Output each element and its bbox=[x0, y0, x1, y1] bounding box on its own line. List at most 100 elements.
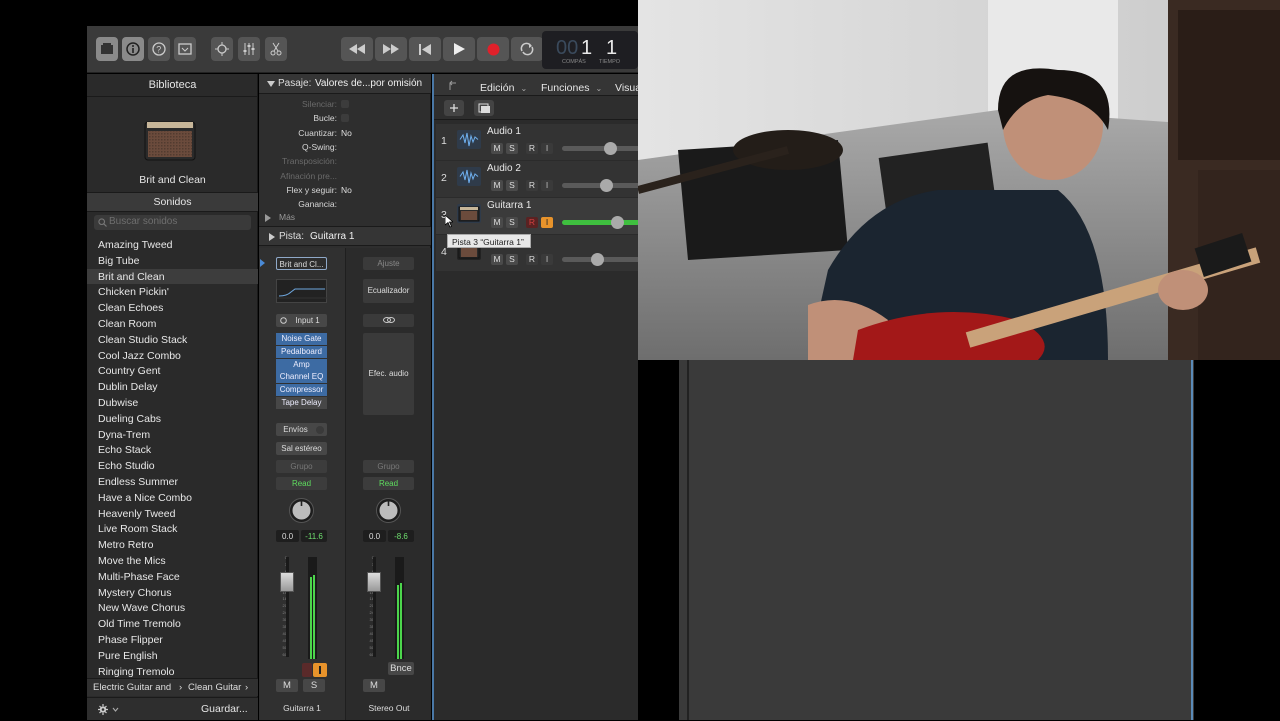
solo-button[interactable]: S bbox=[506, 143, 518, 154]
sound-list-item[interactable]: Clean Studio Stack bbox=[87, 332, 258, 347]
balance-knob[interactable] bbox=[375, 497, 402, 524]
cycle-button[interactable] bbox=[511, 37, 543, 61]
eq-button[interactable]: Ecualizador bbox=[363, 279, 414, 303]
go-to-beginning-button[interactable] bbox=[409, 37, 441, 61]
add-track-button[interactable] bbox=[444, 100, 464, 116]
track-header[interactable]: Pista: Guitarra 1 bbox=[259, 226, 431, 246]
play-button[interactable] bbox=[443, 37, 475, 61]
plugin-slot[interactable]: Tape Delay bbox=[276, 397, 327, 409]
volume-slider-knob[interactable] bbox=[611, 216, 624, 229]
track-name[interactable]: Audio 1 bbox=[487, 126, 521, 137]
audio-fx-slot[interactable]: Efec. audio bbox=[363, 333, 414, 415]
editors-button[interactable] bbox=[265, 37, 287, 61]
mute-button[interactable]: M bbox=[276, 679, 298, 692]
sound-list-item[interactable]: Country Gent bbox=[87, 363, 258, 378]
search-input[interactable]: Buscar sonidos bbox=[94, 215, 251, 230]
smart-controls-button[interactable] bbox=[211, 37, 233, 61]
sound-list-item[interactable]: Old Time Tremolo bbox=[87, 616, 258, 631]
volume-slider[interactable] bbox=[562, 142, 640, 155]
duplicate-track-button[interactable] bbox=[474, 100, 494, 116]
region-param-row[interactable]: Q-Swing: bbox=[259, 141, 431, 154]
volume-slider[interactable] bbox=[562, 216, 640, 229]
automation-mode[interactable]: Read bbox=[276, 477, 327, 490]
sound-list-item[interactable]: Brit and Clean bbox=[87, 268, 258, 284]
menu-0[interactable]: Edición ⌄ bbox=[480, 78, 527, 96]
group-slot[interactable]: Grupo bbox=[276, 460, 327, 473]
save-button[interactable]: Guardar... bbox=[201, 703, 248, 715]
plugin-slot[interactable]: Channel EQ bbox=[276, 371, 327, 384]
mute-button[interactable]: M bbox=[363, 679, 385, 692]
pan-knob[interactable] bbox=[288, 497, 315, 524]
track-header[interactable]: 1 Audio 1 MSRI bbox=[436, 124, 640, 160]
mixer-button[interactable] bbox=[238, 37, 260, 61]
solo-button[interactable]: S bbox=[303, 679, 325, 692]
region-param-row[interactable]: Bucle: bbox=[259, 112, 431, 125]
sound-list-item[interactable]: Echo Stack bbox=[87, 442, 258, 457]
sound-list-item[interactable]: Have a Nice Combo bbox=[87, 490, 258, 505]
input-slot[interactable]: Input 1 bbox=[276, 314, 327, 327]
checkbox[interactable] bbox=[341, 114, 349, 123]
eq-thumbnail[interactable] bbox=[276, 279, 328, 303]
breadcrumb-item-2[interactable]: Clean Guitar bbox=[188, 682, 241, 693]
region-param-row[interactable]: Transposición: bbox=[259, 155, 431, 168]
sound-list-item[interactable]: Metro Retro bbox=[87, 537, 258, 552]
input-monitor-button[interactable]: I bbox=[541, 180, 553, 191]
sound-list-item[interactable]: Dueling Cabs bbox=[87, 411, 258, 426]
record-enable-button[interactable] bbox=[302, 663, 312, 677]
track-name[interactable]: Guitarra 1 bbox=[487, 200, 531, 211]
bounce-button[interactable]: Bnce bbox=[388, 662, 414, 675]
solo-button[interactable]: S bbox=[506, 254, 518, 265]
fast-forward-button[interactable] bbox=[375, 37, 407, 61]
sound-list-item[interactable]: Live Room Stack bbox=[87, 521, 258, 536]
mute-button[interactable]: M bbox=[491, 254, 503, 265]
solo-button[interactable]: S bbox=[506, 180, 518, 191]
sound-list-item[interactable]: Mystery Chorus bbox=[87, 585, 258, 600]
record-enable-button[interactable]: R bbox=[526, 143, 538, 154]
solo-button[interactable]: S bbox=[506, 217, 518, 228]
plugin-slot[interactable]: Compressor bbox=[276, 384, 327, 397]
group-slot[interactable]: Grupo bbox=[363, 460, 414, 473]
sound-list-item[interactable]: Dubwise bbox=[87, 395, 258, 410]
link-button[interactable] bbox=[363, 314, 414, 327]
rewind-button[interactable] bbox=[341, 37, 373, 61]
input-monitor-button[interactable]: I bbox=[541, 254, 553, 265]
mute-button[interactable]: M bbox=[491, 217, 503, 228]
plugin-slot[interactable]: Noise Gate bbox=[276, 333, 327, 345]
action-menu[interactable] bbox=[97, 703, 123, 716]
input-monitor-button[interactable]: I bbox=[541, 217, 553, 228]
channel-setting-button[interactable]: Brit and Cl... bbox=[276, 257, 327, 270]
track-name[interactable]: Audio 2 bbox=[487, 163, 521, 174]
volume-slider-knob[interactable] bbox=[600, 179, 613, 192]
sound-list-item[interactable]: Heavenly Tweed bbox=[87, 506, 258, 521]
plugin-slot[interactable]: Pedalboard bbox=[276, 345, 327, 358]
automation-mode[interactable]: Read bbox=[363, 477, 414, 490]
sound-list-item[interactable]: Move the Mics bbox=[87, 553, 258, 568]
volume-slider-knob[interactable] bbox=[604, 142, 617, 155]
volume-readout[interactable]: 0.0 bbox=[363, 530, 386, 542]
breadcrumb-item-1[interactable]: Electric Guitar and bbox=[93, 682, 171, 693]
toolbar-toggle-button[interactable] bbox=[174, 37, 196, 61]
mute-button[interactable]: M bbox=[491, 143, 503, 154]
track-header[interactable]: 2 Audio 2 MSRI bbox=[436, 161, 640, 197]
sound-list-item[interactable]: Cool Jazz Combo bbox=[87, 348, 258, 363]
record-enable-button[interactable]: R bbox=[526, 217, 538, 228]
sends-slot[interactable]: Envíos bbox=[276, 423, 327, 436]
back-icon[interactable] bbox=[448, 80, 458, 90]
input-monitor-button[interactable] bbox=[313, 663, 327, 677]
region-param-row[interactable]: Flex y seguir: No bbox=[259, 184, 431, 197]
sound-list-item[interactable]: Endless Summer bbox=[87, 474, 258, 489]
volume-fader[interactable] bbox=[280, 572, 294, 592]
record-enable-button[interactable]: R bbox=[526, 180, 538, 191]
track-header[interactable]: 3 Guitarra 1MSRI bbox=[436, 198, 640, 234]
sound-list-item[interactable]: Dublin Delay bbox=[87, 379, 258, 394]
region-param-row[interactable]: Afinación pre... bbox=[259, 170, 431, 183]
mute-button[interactable]: M bbox=[491, 180, 503, 191]
sound-list-item[interactable]: Chicken Pickin' bbox=[87, 284, 258, 299]
record-enable-button[interactable]: R bbox=[526, 254, 538, 265]
sound-list-item[interactable]: Phase Flipper bbox=[87, 632, 258, 647]
region-param-row[interactable]: Silenciar: bbox=[259, 98, 431, 111]
region-param-row[interactable]: Ganancia: bbox=[259, 198, 431, 211]
record-button[interactable] bbox=[477, 37, 509, 61]
region-header[interactable]: Pasaje: Valores de...por omisión bbox=[259, 74, 431, 94]
setting-button[interactable]: Ajuste bbox=[363, 257, 414, 270]
